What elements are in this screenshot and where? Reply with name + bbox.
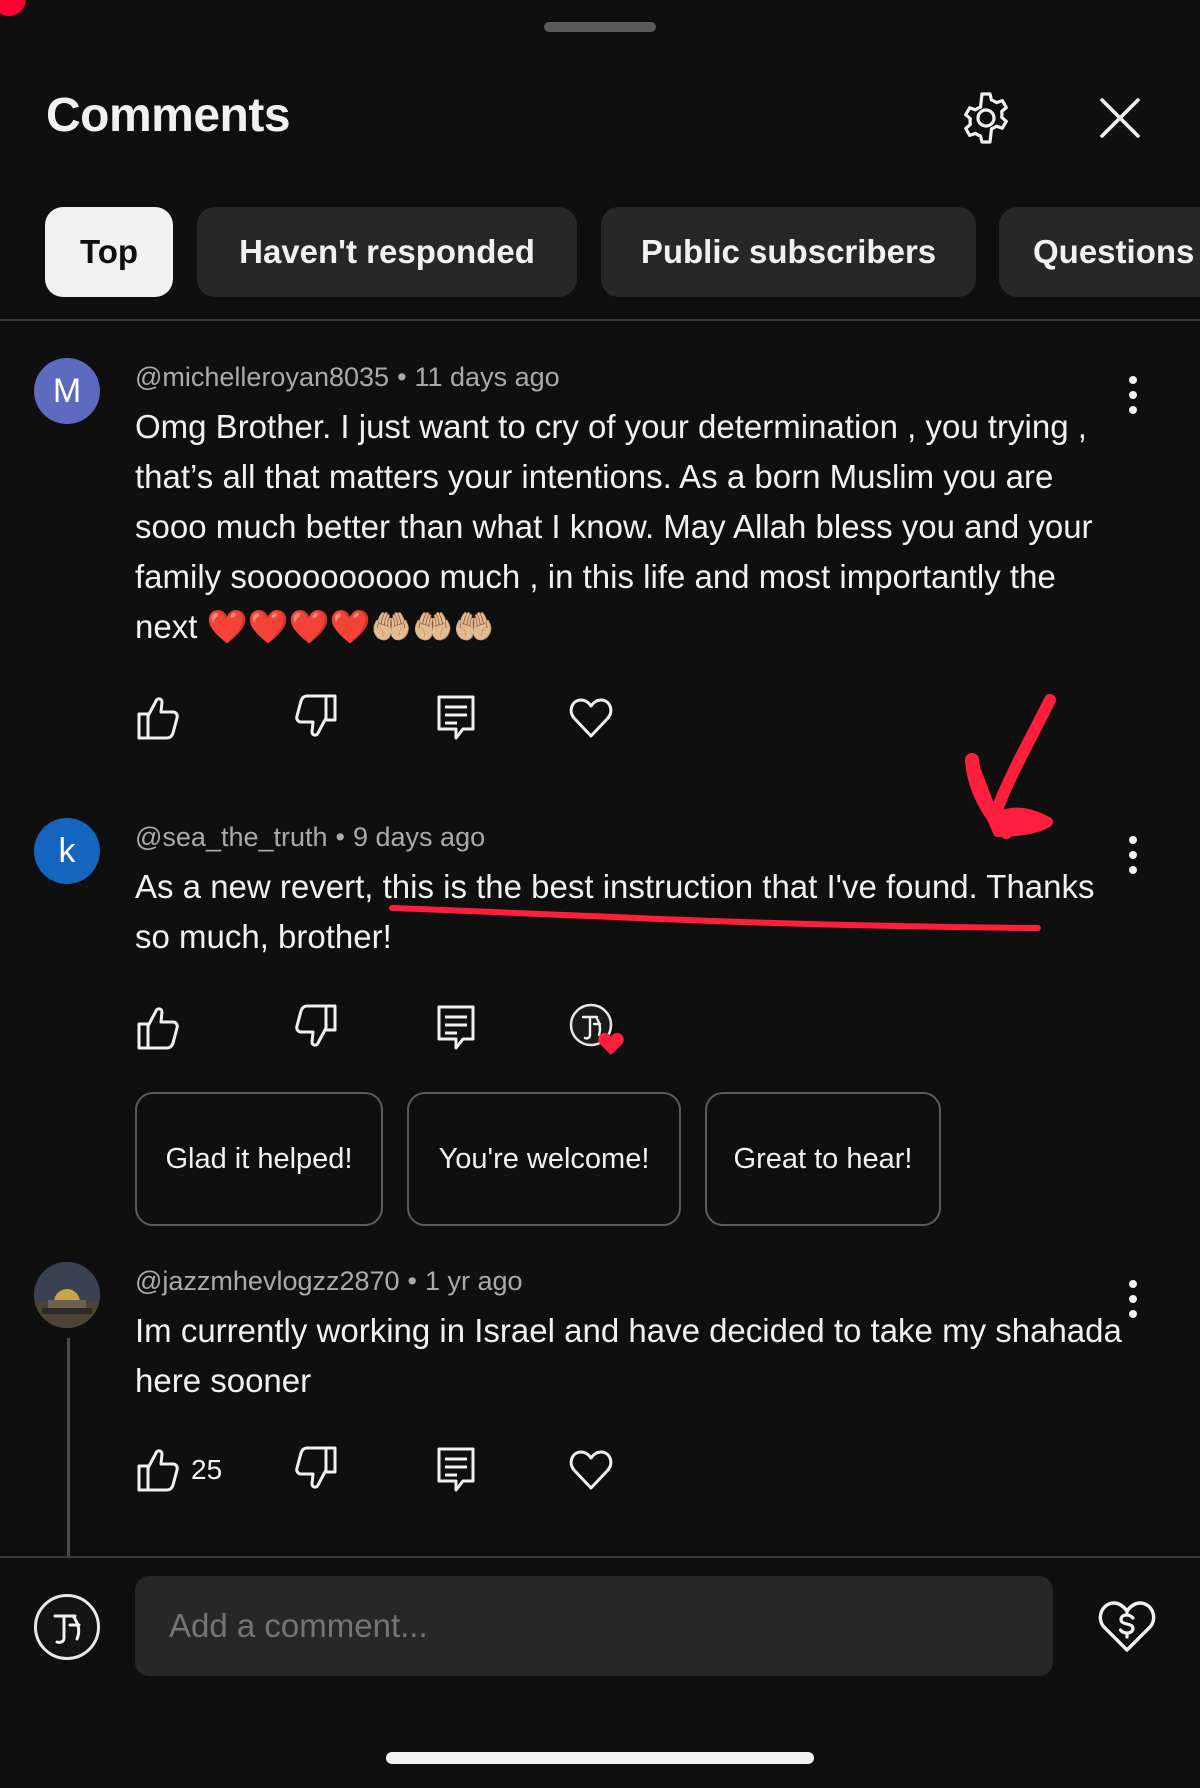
- avatar-letter: M: [52, 371, 82, 410]
- comments-header: Comments: [0, 80, 1200, 160]
- thread-line: [67, 1338, 70, 1558]
- comment-author[interactable]: @michelleroyan8035: [135, 362, 389, 392]
- thumbs-up-icon[interactable]: [135, 1002, 181, 1052]
- thumbs-up-icon[interactable]: [135, 1444, 181, 1494]
- avatar[interactable]: k: [34, 818, 100, 884]
- drag-handle[interactable]: [544, 22, 656, 32]
- reply-icon[interactable]: [433, 1444, 479, 1494]
- divider: [0, 319, 1200, 321]
- filter-chips: Top Haven't responded Public subscribers…: [0, 207, 1200, 297]
- reply-icon[interactable]: [433, 692, 479, 742]
- thumbs-down-icon[interactable]: [293, 1002, 339, 1052]
- home-indicator: [386, 1752, 814, 1764]
- chip-havent-responded[interactable]: Haven't responded: [197, 207, 577, 297]
- like-count: 25: [191, 1454, 223, 1485]
- super-thanks-icon[interactable]: [1096, 1594, 1158, 1656]
- thumbs-up-icon[interactable]: [135, 692, 181, 742]
- notification-dot: [0, 0, 26, 16]
- comment-time: 11 days ago: [414, 362, 560, 392]
- comment-time: 1 yr ago: [425, 1266, 523, 1296]
- heart-icon[interactable]: [568, 692, 614, 742]
- close-icon[interactable]: [1094, 92, 1146, 144]
- avatar-photo: [34, 1262, 100, 1328]
- avatar[interactable]: [34, 1262, 100, 1328]
- creator-heart-badge[interactable]: [568, 1002, 628, 1058]
- chip-top[interactable]: Top: [45, 207, 173, 297]
- chip-questions[interactable]: Questions: [999, 207, 1200, 297]
- reply-icon[interactable]: [433, 1002, 479, 1052]
- comment-meta: @michelleroyan8035 • 11 days ago: [135, 362, 560, 392]
- comment-author[interactable]: @jazzmhevlogzz2870: [135, 1266, 400, 1296]
- comment-text: Omg Brother. I just want to cry of your …: [135, 408, 1093, 645]
- suggested-reply-chip[interactable]: Glad it helped!: [135, 1092, 383, 1226]
- suggested-reply-chip[interactable]: Great to hear!: [705, 1092, 941, 1226]
- comment-composer: [0, 1558, 1200, 1678]
- avatar[interactable]: M: [34, 358, 100, 424]
- comment-meta: @sea_the_truth • 9 days ago: [135, 822, 486, 852]
- page-title: Comments: [46, 89, 291, 142]
- heart-icon[interactable]: [568, 1444, 614, 1494]
- comment-actions: 25: [135, 1444, 735, 1500]
- avatar-letter: k: [58, 831, 76, 870]
- my-avatar[interactable]: [34, 1594, 100, 1660]
- comment-text: Im currently working in Israel and have …: [135, 1312, 1122, 1399]
- suggested-reply-chip[interactable]: You're welcome!: [407, 1092, 681, 1226]
- comment-time: 9 days ago: [353, 822, 486, 852]
- comment-text: As a new revert, this is the best instru…: [135, 868, 1095, 955]
- thumbs-down-icon[interactable]: [293, 1444, 339, 1494]
- gear-icon[interactable]: [956, 88, 1016, 148]
- thumbs-down-icon[interactable]: [293, 692, 339, 742]
- comment-author[interactable]: @sea_the_truth: [135, 822, 328, 852]
- comment-actions: [135, 1002, 735, 1058]
- chip-public-subscribers[interactable]: Public subscribers: [601, 207, 976, 297]
- comment-meta: @jazzmhevlogzz2870 • 1 yr ago: [135, 1266, 523, 1296]
- add-comment-input[interactable]: [135, 1576, 1053, 1676]
- comments-sheet: Comments Top Haven't responded Public su…: [0, 0, 1200, 1788]
- red-heart-icon: [598, 1033, 624, 1055]
- comment-actions: [135, 692, 735, 748]
